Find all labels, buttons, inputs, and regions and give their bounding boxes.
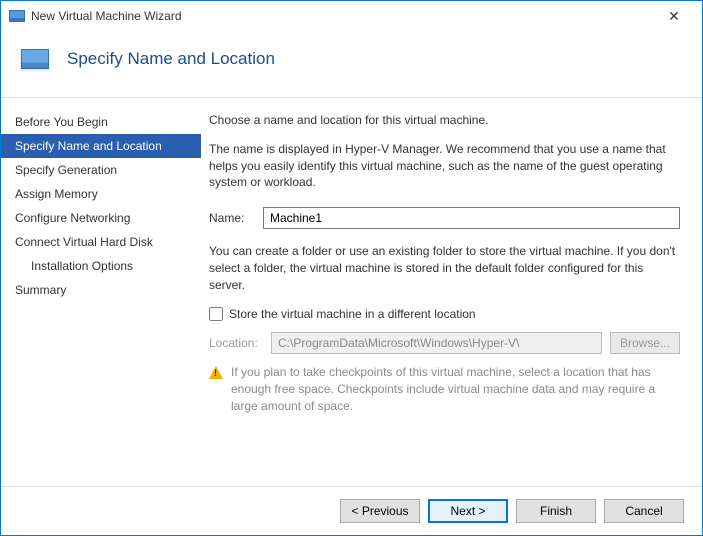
location-row: Location: Browse...: [209, 332, 680, 354]
vm-icon: [9, 10, 25, 22]
wizard-steps-sidebar: Before You Begin Specify Name and Locati…: [1, 98, 201, 486]
name-input[interactable]: [263, 207, 680, 229]
sidebar-item-specify-name-location[interactable]: Specify Name and Location: [1, 134, 201, 158]
sidebar-item-summary[interactable]: Summary: [1, 278, 201, 302]
finish-button[interactable]: Finish: [516, 499, 596, 523]
wizard-footer: < Previous Next > Finish Cancel: [1, 486, 702, 535]
wizard-body: Before You Begin Specify Name and Locati…: [1, 98, 702, 486]
sidebar-item-specify-generation[interactable]: Specify Generation: [1, 158, 201, 182]
location-input: [271, 332, 602, 354]
name-label: Name:: [209, 210, 253, 227]
cancel-button[interactable]: Cancel: [604, 499, 684, 523]
close-button[interactable]: ✕: [654, 3, 694, 29]
store-different-location-checkbox[interactable]: [209, 307, 223, 321]
warning-row: If you plan to take checkpoints of this …: [209, 364, 680, 414]
window-title: New Virtual Machine Wizard: [31, 9, 182, 23]
warning-text: If you plan to take checkpoints of this …: [231, 364, 680, 414]
previous-button[interactable]: < Previous: [340, 499, 420, 523]
vm-large-icon: [21, 49, 49, 69]
name-row: Name:: [209, 207, 680, 229]
location-label: Location:: [209, 335, 263, 352]
warning-icon: [209, 366, 223, 379]
browse-button: Browse...: [610, 332, 680, 354]
sidebar-item-before-you-begin[interactable]: Before You Begin: [1, 110, 201, 134]
sidebar-item-configure-networking[interactable]: Configure Networking: [1, 206, 201, 230]
wizard-header: Specify Name and Location: [1, 31, 702, 98]
folder-description: You can create a folder or use an existi…: [209, 243, 680, 293]
description-text: The name is displayed in Hyper-V Manager…: [209, 141, 680, 191]
wizard-window: New Virtual Machine Wizard ✕ Specify Nam…: [0, 0, 703, 536]
page-title: Specify Name and Location: [67, 49, 275, 69]
sidebar-item-assign-memory[interactable]: Assign Memory: [1, 182, 201, 206]
sidebar-item-connect-virtual-hard-disk[interactable]: Connect Virtual Hard Disk: [1, 230, 201, 254]
intro-text: Choose a name and location for this virt…: [209, 112, 680, 129]
store-different-location-row: Store the virtual machine in a different…: [209, 306, 680, 323]
wizard-content: Choose a name and location for this virt…: [201, 98, 702, 486]
titlebar: New Virtual Machine Wizard ✕: [1, 1, 702, 31]
sidebar-item-installation-options[interactable]: Installation Options: [1, 254, 201, 278]
next-button[interactable]: Next >: [428, 499, 508, 523]
store-different-location-label: Store the virtual machine in a different…: [229, 306, 476, 323]
